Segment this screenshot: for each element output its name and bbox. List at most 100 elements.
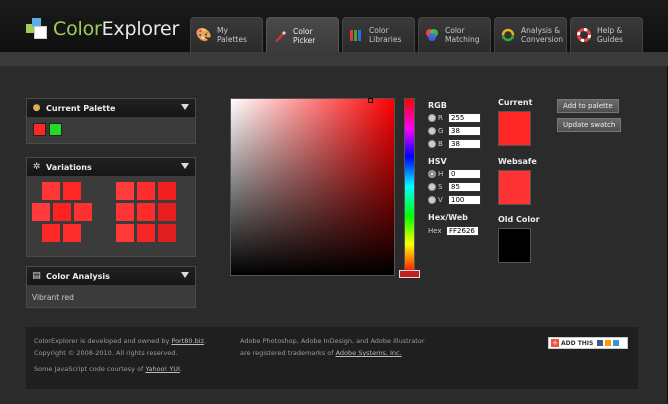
hue-handle[interactable] <box>399 270 420 278</box>
trademark-line-2: are registered trademarks of Adobe Syste… <box>240 349 402 357</box>
footer-text: . <box>203 337 207 345</box>
h-radio[interactable] <box>428 170 436 178</box>
sparkle-icon: ✲ <box>32 162 41 172</box>
b-radio[interactable] <box>428 140 436 148</box>
add-to-palette-button[interactable]: Add to palette <box>557 99 619 113</box>
logo[interactable]: ColorExplorer <box>26 18 179 40</box>
addthis-label: ADD THIS <box>561 339 594 347</box>
tab-my-palettes[interactable]: 🎨 My Palettes <box>190 17 263 52</box>
g-radio[interactable] <box>428 127 436 135</box>
sv-handle[interactable] <box>368 98 373 103</box>
b-input[interactable]: 38 <box>448 139 481 149</box>
r-input[interactable]: 255 <box>448 113 481 123</box>
current-palette-panel: ● Current Palette <box>26 98 196 144</box>
palette-icon: ● <box>32 103 41 113</box>
variation-swatch[interactable] <box>32 203 50 221</box>
page: ColorExplorer 🎨 My Palettes Color Picker… <box>0 0 668 404</box>
r-radio[interactable] <box>428 114 436 122</box>
color-analysis-panel: ▤ Color Analysis Vibrant red <box>26 266 196 308</box>
tab-analysis-conversion[interactable]: Analysis & Conversion <box>494 17 567 52</box>
update-swatch-button[interactable]: Update swatch <box>557 118 622 132</box>
hsv-h-row: H 0 <box>428 169 481 179</box>
tab-label: Color Picker <box>293 26 316 45</box>
tab-help-guides[interactable]: Help & Guides <box>570 17 643 52</box>
variation-swatch[interactable] <box>63 182 81 200</box>
adobe-link[interactable]: Adobe Systems, Inc. <box>336 349 402 357</box>
variation-swatch[interactable] <box>137 203 155 221</box>
tab-color-libraries[interactable]: Color Libraries <box>342 17 415 52</box>
analysis-text: Vibrant red <box>32 293 74 302</box>
variation-swatch[interactable] <box>116 224 134 242</box>
hue-slider[interactable] <box>404 98 415 275</box>
logo-text-color: Color <box>53 18 102 40</box>
port80-link[interactable]: Port80.biz <box>171 337 204 345</box>
tab-label: Color Matching <box>445 26 480 44</box>
hsv-title: HSV <box>428 157 447 166</box>
hex-input[interactable]: FF2626 <box>446 226 479 236</box>
panel-header[interactable]: ✲ Variations <box>27 158 195 176</box>
footer-text: ColorExplorer is developed and owned by <box>34 337 172 345</box>
websafe-label: Websafe <box>498 157 537 166</box>
logo-text-explorer: Explorer <box>101 18 180 40</box>
share-icon <box>597 340 604 346</box>
tab-color-picker[interactable]: Color Picker <box>266 17 339 53</box>
variation-swatch[interactable] <box>74 203 92 221</box>
s-radio[interactable] <box>428 183 436 191</box>
v-input[interactable]: 100 <box>448 195 481 205</box>
variation-swatch[interactable] <box>158 203 176 221</box>
current-label: Current <box>498 98 533 107</box>
tab-color-matching[interactable]: Color Matching <box>418 17 491 52</box>
tab-label: Color Libraries <box>369 26 402 44</box>
variation-swatch[interactable] <box>42 182 60 200</box>
footer-line-3: Some JavaScript code courtesy of Yahoo! … <box>34 365 182 373</box>
g-input[interactable]: 38 <box>448 126 481 136</box>
panel-header[interactable]: ● Current Palette <box>27 99 195 117</box>
v-label: V <box>438 196 443 204</box>
logo-text: ColorExplorer <box>53 18 179 40</box>
brush-icon <box>271 27 289 45</box>
old-color-swatch[interactable] <box>498 228 531 263</box>
hexweb-title: Hex/Web <box>428 213 468 222</box>
yui-link[interactable]: Yahoo! YUI <box>145 365 179 373</box>
b-label: B <box>438 140 443 148</box>
panel-title: Color Analysis <box>46 271 110 281</box>
addthis-button[interactable]: + ADD THIS <box>548 337 628 349</box>
old-color-label: Old Color <box>498 215 540 224</box>
tab-label: My Palettes <box>217 26 247 44</box>
collapse-arrow-icon[interactable] <box>181 163 189 169</box>
palette-swatch-green[interactable] <box>49 123 62 136</box>
rgb-g-row: G 38 <box>428 126 481 136</box>
document-icon: ▤ <box>32 271 41 281</box>
share-icon <box>605 340 612 346</box>
variation-swatch[interactable] <box>116 182 134 200</box>
variation-swatch[interactable] <box>63 224 81 242</box>
v-radio[interactable] <box>428 196 436 204</box>
s-label: S <box>438 183 443 191</box>
rgb-b-row: B 38 <box>428 139 481 149</box>
panel-title: Current Palette <box>46 103 116 113</box>
plus-icon: + <box>551 339 559 347</box>
footer: ColorExplorer is developed and owned by … <box>26 327 638 389</box>
variation-swatch[interactable] <box>116 203 134 221</box>
variation-swatch[interactable] <box>158 182 176 200</box>
variation-swatch[interactable] <box>53 203 71 221</box>
variation-swatch[interactable] <box>137 224 155 242</box>
panel-header[interactable]: ▤ Color Analysis <box>27 267 195 285</box>
copyright-text: Copyright © 2008-2010. All rights reserv… <box>34 349 178 357</box>
variation-swatch[interactable] <box>158 224 176 242</box>
variation-swatch[interactable] <box>137 182 155 200</box>
h-label: H <box>438 170 444 178</box>
collapse-arrow-icon[interactable] <box>181 104 189 110</box>
analysis-icon <box>499 26 517 44</box>
saturation-value-picker[interactable] <box>230 98 395 276</box>
h-input[interactable]: 0 <box>448 169 481 179</box>
palette-swatch-red[interactable] <box>33 123 46 136</box>
websafe-swatch[interactable] <box>498 170 531 205</box>
variation-swatch[interactable] <box>42 224 60 242</box>
s-input[interactable]: 85 <box>448 182 481 192</box>
collapse-arrow-icon[interactable] <box>181 272 189 278</box>
footer-text: are registered trademarks of <box>240 349 336 357</box>
hex-label: Hex <box>428 227 442 235</box>
current-swatch <box>498 111 531 146</box>
main-tabs: 🎨 My Palettes Color Picker Color Librari… <box>190 17 646 53</box>
